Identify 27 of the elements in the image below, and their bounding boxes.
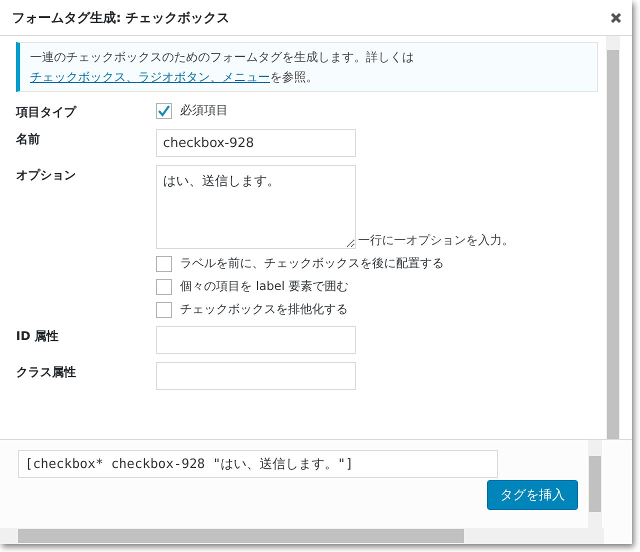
vertical-scrollbar[interactable] (588, 440, 602, 528)
text-field[interactable]: checkbox-928 (156, 129, 356, 157)
field-label: ID 属性 (16, 328, 60, 345)
options-textarea[interactable]: はい、送信します。 (156, 165, 356, 249)
options-hint: 一行に一オプションを入力。 (358, 232, 514, 249)
field-label: 項目タイプ (16, 104, 78, 121)
checkbox-label: 必須項目 (180, 102, 228, 119)
insert-tag-button[interactable]: タグを挿入 (487, 480, 578, 510)
tag-code-field[interactable]: [checkbox* checkbox-928 "はい、送信します。"] (18, 450, 498, 478)
text-field[interactable] (156, 362, 356, 390)
field-label: オプション (16, 167, 77, 184)
option-checkbox[interactable] (156, 302, 172, 318)
horizontal-scrollbar[interactable] (0, 528, 604, 544)
option-checkbox[interactable] (156, 278, 172, 294)
checkbox-label: チェックボックスを排他化する (180, 301, 348, 318)
notice-text: 一連のチェックボックスのためのフォームタグを生成します。詳しくは チェックボックス、ラジオボタン、メニュー を参照。 (30, 49, 415, 86)
help-link[interactable]: チェックボックス、ラジオボタン、メニュー (30, 70, 270, 84)
dialog-title: フォームタグ生成: チェックボックス (12, 10, 230, 26)
field-label: 名前 (16, 131, 41, 148)
field-label: クラス属性 (16, 364, 77, 381)
option-checkbox[interactable] (156, 256, 172, 272)
checkbox-label: ラベルを前に、チェックボックスを後に配置する (180, 255, 444, 272)
required-checkbox[interactable] (156, 102, 172, 118)
close-icon[interactable] (610, 12, 622, 24)
text-field[interactable] (156, 326, 356, 354)
vertical-scrollbar[interactable] (606, 36, 620, 439)
checkbox-label: 個々の項目を label 要素で囲む (180, 278, 349, 295)
